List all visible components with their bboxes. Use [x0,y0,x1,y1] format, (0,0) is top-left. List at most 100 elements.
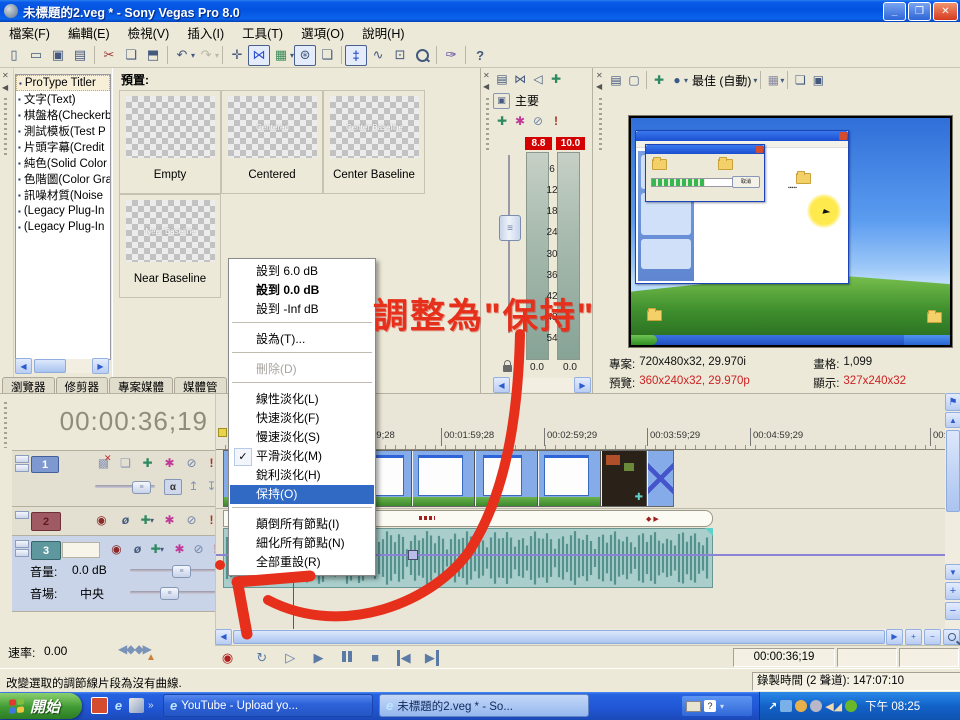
track-1-mute-icon[interactable]: ⊘ [182,455,201,471]
track-3-invert-phase-icon[interactable]: ø [128,541,147,557]
zoom-in-time-icon[interactable]: + [905,629,922,645]
track-2-header[interactable]: 2 ◉ ø ✚▾ ✱ ⊘ ! [12,507,215,536]
tray-user-icon[interactable] [795,700,807,712]
taskbar-task-button[interactable]: e YouTube - Upload yo... [163,694,373,717]
vscroll-up-icon[interactable]: ▲ [945,412,960,428]
scroll-right-icon[interactable]: ▶ [92,358,109,374]
track-1-composite-mode-icon[interactable]: α [164,479,182,495]
master-mute-icon[interactable]: ⊘ [529,112,547,129]
mixer-close-icon[interactable]: ✕ [483,72,490,80]
overlays-caret-icon[interactable]: ▾ [684,76,688,85]
enable-snapping-button[interactable]: ✛ [226,45,248,66]
new-project-button[interactable]: ▯ [3,45,25,66]
context-menu-item[interactable]: 刪除(D) [230,360,374,379]
selection-edit-tool-button[interactable]: ⊡ [389,45,411,66]
pan-slider-handle[interactable]: ≡ [160,587,179,600]
tray-nvidia-icon[interactable] [845,700,857,712]
tray-network-icon[interactable] [780,700,792,712]
undo-button[interactable]: ↶ [171,45,193,66]
track-2-minimize-icon[interactable] [15,511,28,520]
tray-volume-dial-icon[interactable] [810,700,822,712]
track-3-header[interactable]: 3 ◉ ø ✚▾ ✱ ⊘ ! 音量: 0.0 dB ≡ 音場: 中央 ≡ [12,536,215,612]
track-2-number[interactable]: 2 [31,512,61,531]
track-3-name-field[interactable] [62,542,100,558]
close-panel-icon[interactable]: ✕ [2,72,9,80]
menu-item[interactable]: 說明(H) [353,21,413,44]
save-frame-icon[interactable]: ▣ [809,72,827,89]
title-bar[interactable]: 未標題的2.veg * - Sony Vegas Pro 8.0 _ ❐ ✕ [0,0,960,22]
plugin-list-item[interactable]: ▪棋盤格(Checkerb [16,107,110,123]
vscroll-thumb[interactable] [946,430,960,512]
plugin-list-item[interactable]: ▪片頭字幕(Credit [16,139,110,155]
dim-output-icon[interactable]: ◁ [529,70,547,87]
stop-button[interactable]: ■ [363,647,388,667]
transport-time-display[interactable]: 00:00:36;19 [733,648,835,667]
scroll-thumb[interactable] [34,359,66,373]
track-3-gear-icon[interactable]: ✱ [170,541,189,557]
context-menu-item[interactable] [230,352,374,360]
selection-start-display[interactable] [837,648,897,667]
lock-envelopes-button[interactable]: ⊛ [294,45,316,66]
plugin-list-item[interactable]: ▪純色(Solid Color [16,155,110,171]
context-menu-item[interactable]: 細化所有節點(N) [230,534,374,553]
taskbar-task-button[interactable]: e 未標題的2.veg * - So... [379,694,589,717]
copy-frame-icon[interactable]: ❏ [791,72,809,89]
track-1-level-handle[interactable]: ≡ [132,481,151,494]
preset-cell[interactable]: Centered Centered [221,90,323,194]
language-keyboard-icon[interactable] [686,701,701,712]
preset-cell[interactable]: Center Baseline Center Baseline [323,90,425,194]
ignore-event-grouping-button[interactable]: ❏ [316,45,338,66]
video-transition-x[interactable] [648,451,673,506]
tray-speaker-icon[interactable]: ◀◢ [825,700,842,713]
context-menu-item[interactable]: 線性淡化(L) [230,390,374,409]
redo-button[interactable]: ↷ [195,45,217,66]
timeline-timecode-display[interactable]: 00:00:36;19 [20,406,208,437]
tray-clock[interactable]: 下午 08:25 [865,698,920,714]
play-from-start-button[interactable]: ▷ [278,648,303,668]
preview-pin-icon[interactable]: ◀ [596,83,602,91]
track-3-plug-caret-icon[interactable]: ▾ [160,545,164,554]
peak-right-value[interactable]: 10.0 [556,137,585,150]
plugin-list-item[interactable]: ▪色階圖(Color Gra [16,171,110,187]
context-menu-item[interactable] [230,507,374,515]
downmix-output-icon[interactable]: ⋈ [511,70,529,87]
volume-value[interactable]: 0.0 dB [72,563,107,577]
selection-length-display[interactable] [899,648,959,667]
track-2-gear-icon[interactable]: ✱ [160,512,179,528]
play-button[interactable]: ▶ [306,648,331,668]
mixer-properties-icon[interactable]: ▤ [493,70,511,87]
preview-quality-label[interactable]: 最佳 (自動) [692,72,751,89]
normal-edit-tool-button[interactable]: ‡ [345,45,367,66]
timeline-hscrollbar[interactable]: ◀ ▶ + − [215,629,960,644]
menu-item[interactable]: 選項(O) [292,21,353,44]
context-menu-item[interactable]: 快速淡化(F) [230,409,374,428]
preset-cell[interactable]: Near Baseline Near Baseline [119,194,221,298]
track-1-header[interactable]: 1 ▩ ✕ ❏ ✚ ✱ ⊘ ! ≡ α ↥ ↧ [12,450,215,507]
context-menu-item[interactable] [230,322,374,330]
start-button[interactable]: 開始 [0,693,82,719]
video-fx-icon[interactable]: ✚ [650,72,668,89]
context-menu-item[interactable]: 全部重設(R) [230,553,374,572]
zoom-in-track-height-icon[interactable]: + [945,582,960,600]
zoom-out-time-icon[interactable]: − [924,629,941,645]
menu-item[interactable]: 編輯(E) [59,21,119,44]
cut-button[interactable]: ✂ [98,45,120,66]
quicklaunch-chevron-icon[interactable]: » [148,700,154,711]
save-button[interactable]: ▣ [47,45,69,66]
track-1-number[interactable]: 1 [31,456,59,473]
context-menu-item[interactable]: 設到 0.0 dB [230,281,374,300]
project-properties-button[interactable]: ▤ [69,45,91,66]
track-3-number[interactable]: 3 [31,541,61,560]
external-monitor-icon[interactable]: ▢ [625,72,643,89]
zoom-edit-tool-button[interactable] [411,45,433,66]
plugin-list-item[interactable]: ▪ProType Titler [16,75,110,91]
track-1-minimize-icon[interactable] [15,455,28,473]
track-2-mute-icon[interactable]: ⊘ [182,512,201,528]
record-button[interactable]: ◉ [215,648,240,668]
quicklaunch-ie-icon[interactable]: e [111,698,126,713]
event-pan-crop-icon[interactable]: ✚ [635,492,643,503]
fader-lock-icon[interactable] [503,365,512,372]
track-1-gear-icon[interactable]: ✱ [160,455,179,471]
plugin-list-item[interactable]: ▪測試模板(Test P [16,123,110,139]
master-fx-plug-icon[interactable]: ✚ [493,112,511,129]
